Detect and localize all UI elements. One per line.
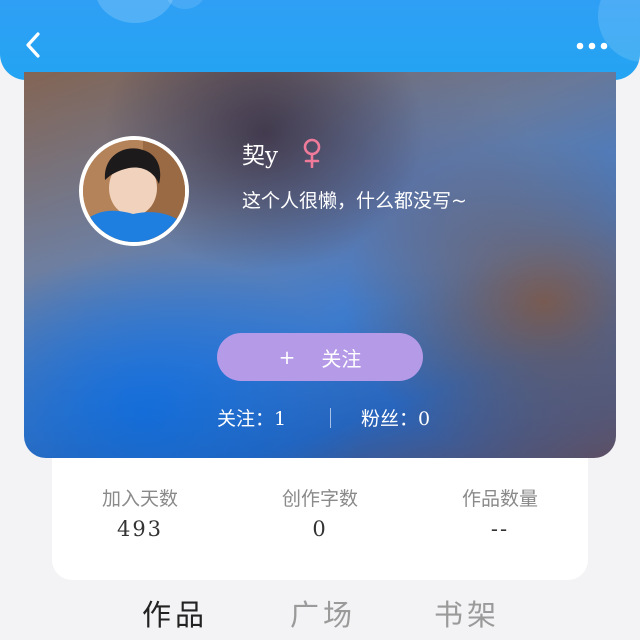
profile-bio: 这个人很懒，什么都没写~ [242,190,467,212]
summary-label: 作品数量 [461,488,538,510]
summary-value: -- [490,517,510,541]
tab-bar: 作品 广场 书架 [0,588,640,640]
summary-card: 加入天数 493 创作字数 0 作品数量 -- [52,458,588,580]
summary-label: 加入天数 [101,488,178,510]
username: 契y [242,143,278,169]
profile-card: 契y 这个人很懒，什么都没写~ + 关注 关注：1 粉丝：0 [24,72,616,458]
follow-button[interactable]: + 关注 [217,333,423,381]
decorative-bubble [95,0,175,23]
top-header [0,0,640,80]
female-symbol-icon [301,138,323,169]
plus-icon: + [278,345,296,369]
more-dots-icon[interactable] [572,38,612,54]
tab-works[interactable]: 作品 [142,592,208,634]
stats-divider [330,408,331,428]
summary-label: 创作字数 [281,488,358,510]
summary-word-count: 创作字数 0 [250,484,390,541]
summary-join-days: 加入天数 493 [70,484,210,541]
summary-value: 0 [312,517,328,541]
tab-bookshelf[interactable]: 书架 [434,592,500,634]
avatar[interactable] [79,136,189,246]
chevron-left-icon[interactable] [18,30,48,60]
following-count[interactable]: 关注：1 [217,404,286,431]
decorative-bubble [165,0,205,9]
summary-work-count: 作品数量 -- [430,484,570,541]
tab-square[interactable]: 广场 [290,592,356,634]
follow-stats: 关注：1 粉丝：0 [24,402,616,434]
fans-count[interactable]: 粉丝：0 [361,404,430,431]
follow-button-label: 关注 [321,346,362,371]
summary-value: 493 [116,517,164,541]
